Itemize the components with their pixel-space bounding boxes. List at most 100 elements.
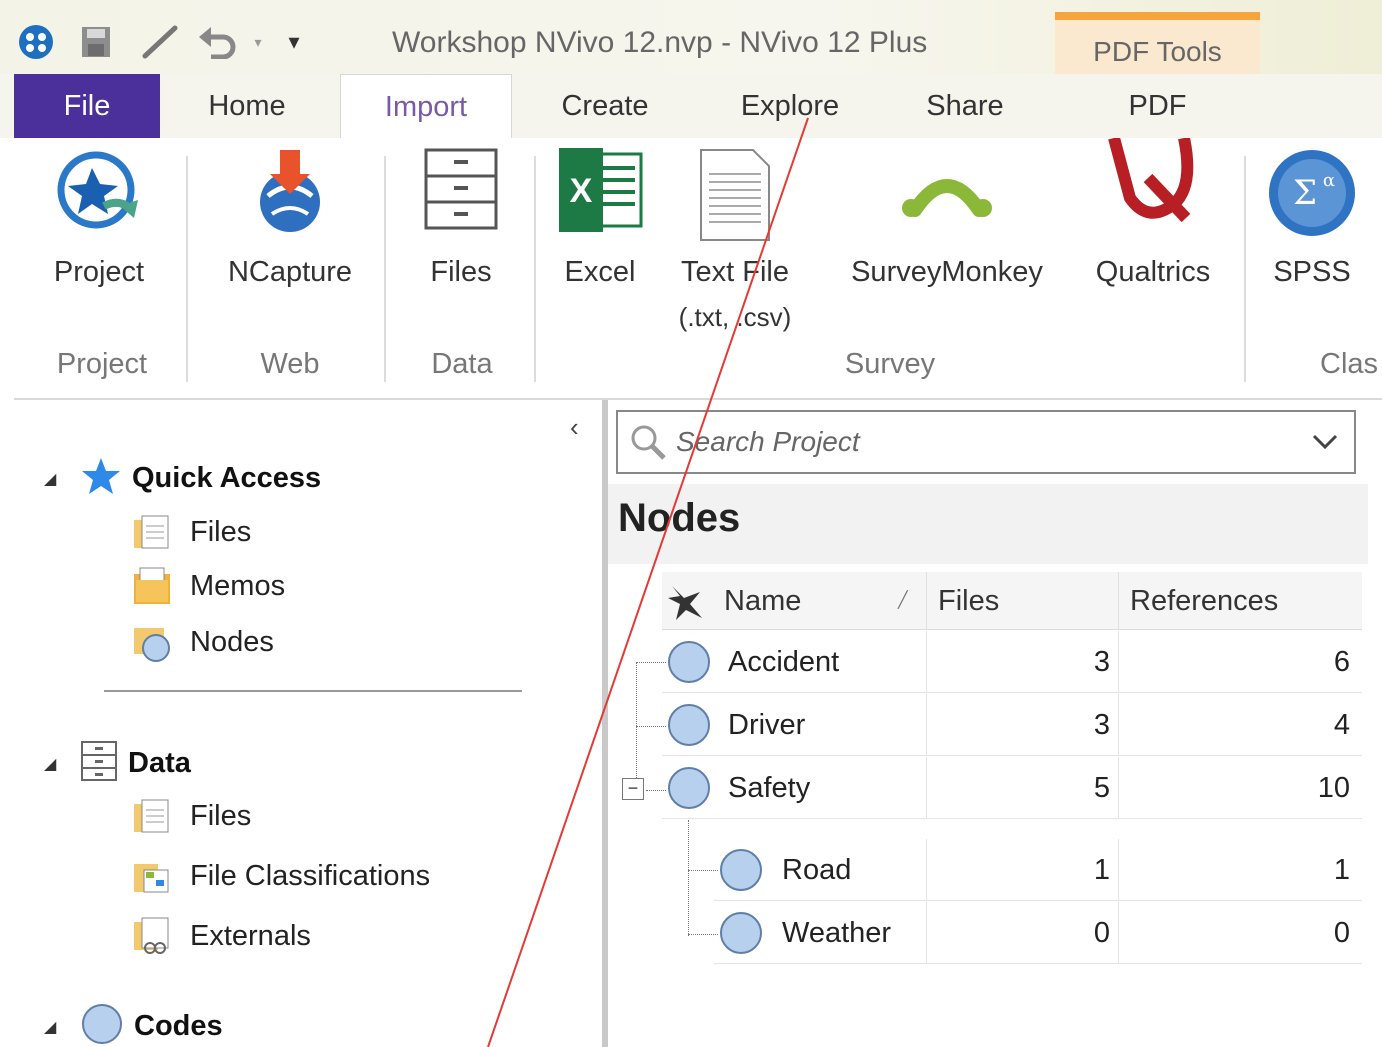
pdf-tools-label: PDF Tools: [1093, 36, 1222, 67]
tab-pdf[interactable]: PDF: [1070, 74, 1245, 138]
group-label-classification: Clas: [1320, 348, 1379, 380]
svg-text:α: α: [1323, 170, 1335, 191]
cell-name: Accident: [728, 646, 840, 678]
nav-item-quick-nodes[interactable]: Nodes: [132, 622, 274, 662]
import-files-button[interactable]: Files: [406, 138, 516, 338]
import-project-label: Project: [53, 256, 145, 288]
ncapture-button[interactable]: NCapture: [214, 138, 366, 338]
data-cabinet-icon: [80, 740, 118, 787]
group-separator: [534, 156, 536, 382]
column-header-files[interactable]: Files: [938, 572, 999, 630]
spss-label: SPSS: [1273, 256, 1351, 288]
files-folder-icon: [132, 512, 172, 552]
import-excel-button[interactable]: X Excel: [554, 138, 646, 338]
cell-files: 0: [1093, 917, 1110, 949]
node-icon: [668, 704, 710, 746]
cell-references: 1: [1333, 854, 1350, 886]
text-file-icon: [699, 148, 771, 247]
tab-import[interactable]: Import: [340, 74, 512, 139]
spss-icon: Σα: [1267, 148, 1357, 243]
undo-dropdown-icon[interactable]: ▾: [248, 22, 268, 62]
nav-item-data-files[interactable]: Files: [132, 796, 251, 836]
undo-icon[interactable]: [196, 22, 240, 62]
nvivo-app-icon[interactable]: [16, 22, 56, 62]
ncapture-label: NCapture: [227, 256, 353, 288]
nav-section-data[interactable]: ◢ Data: [44, 740, 191, 787]
import-spss-button[interactable]: Σα SPSS: [1264, 138, 1360, 338]
detail-pane: Nodes Name ╱ Files References − Accident…: [608, 400, 1382, 1047]
sort-indicator-icon: ╱: [898, 592, 908, 609]
nav-item-label: Files: [190, 799, 252, 832]
group-label-project: Project: [56, 348, 148, 380]
column-separator[interactable]: [1118, 572, 1119, 630]
nodes-folder-icon: [132, 622, 172, 662]
codes-heading: Codes: [134, 1010, 223, 1042]
import-project-button[interactable]: Project: [34, 138, 164, 338]
tab-file[interactable]: File: [14, 74, 160, 138]
table-row[interactable]: Safety 5 10: [662, 757, 1362, 819]
ribbon-tab-bar: File Home Import Create Explore Share PD…: [0, 74, 1382, 139]
text-file-label: Text File: [681, 256, 789, 288]
collapse-pane-icon[interactable]: ‹: [570, 412, 579, 443]
group-label-web: Web: [260, 348, 320, 380]
tab-create[interactable]: Create: [530, 74, 680, 138]
edit-pen-icon[interactable]: [140, 22, 182, 62]
nav-item-file-classifications[interactable]: File Classifications: [132, 856, 430, 896]
node-icon: [720, 849, 762, 891]
collapse-node-icon[interactable]: −: [622, 778, 644, 800]
expanded-triangle-icon[interactable]: ◢: [44, 1017, 80, 1037]
window-title: Workshop NVivo 12.nvp - NVivo 12 Plus: [392, 26, 928, 59]
chevron-down-icon[interactable]: [1310, 428, 1340, 459]
cell-files: 3: [1093, 709, 1110, 741]
table-row[interactable]: Driver 3 4: [662, 694, 1362, 756]
customize-quick-access-icon[interactable]: ▾: [282, 22, 306, 62]
cell-references: 4: [1333, 709, 1350, 741]
tab-share[interactable]: Share: [905, 74, 1025, 138]
nav-section-codes[interactable]: ◢ Codes: [44, 1002, 223, 1047]
cell-name: Driver: [728, 709, 806, 741]
import-surveymonkey-button[interactable]: SurveyMonkey: [834, 138, 1060, 338]
tab-explore[interactable]: Explore: [720, 74, 860, 138]
text-file-extensions-label: (.txt, .csv): [678, 302, 792, 332]
expanded-triangle-icon[interactable]: ◢: [44, 754, 80, 774]
cell-references: 0: [1333, 917, 1350, 949]
list-view-header: Nodes: [608, 484, 1368, 564]
nav-item-label: Memos: [190, 569, 286, 602]
ncapture-icon: [250, 148, 330, 243]
pin-icon[interactable]: [666, 582, 706, 627]
nav-item-quick-files[interactable]: Files: [132, 512, 251, 552]
star-icon: [80, 456, 122, 501]
table-row[interactable]: Accident 3 6: [662, 631, 1362, 693]
title-bar: ▾ ▾ Workshop NVivo 12.nvp - NVivo 12 Plu…: [0, 0, 1382, 136]
tab-home[interactable]: Home: [172, 74, 322, 138]
table-header: Name ╱ Files References: [662, 572, 1362, 630]
import-excel-label: Excel: [564, 256, 636, 288]
node-icon: [668, 641, 710, 683]
group-separator: [384, 156, 386, 382]
expanded-triangle-icon[interactable]: ◢: [44, 469, 80, 489]
group-separator: [186, 156, 188, 382]
import-qualtrics-button[interactable]: Qualtrics: [1082, 136, 1224, 338]
column-header-name[interactable]: Name: [724, 572, 801, 630]
nav-item-externals[interactable]: Externals: [132, 916, 311, 956]
nav-item-label: Nodes: [190, 625, 274, 658]
table-row-child[interactable]: Weather 0 0: [714, 902, 1362, 964]
group-label-survey: Survey: [844, 348, 936, 380]
column-separator[interactable]: [926, 572, 927, 630]
import-text-file-button[interactable]: Text File (.txt, .csv): [664, 138, 806, 338]
qualtrics-icon: [1108, 136, 1198, 227]
search-input[interactable]: [676, 420, 1296, 464]
table-row-child[interactable]: Road 1 1: [714, 839, 1362, 901]
save-icon[interactable]: [80, 22, 112, 62]
cell-files: 1: [1093, 854, 1110, 886]
data-heading: Data: [128, 747, 191, 779]
node-icon: [720, 912, 762, 954]
nav-item-label: Externals: [190, 919, 311, 952]
surveymonkey-icon: [901, 164, 993, 225]
nav-item-quick-memos[interactable]: Memos: [132, 566, 285, 606]
import-project-icon: [54, 148, 144, 243]
nav-section-quick-access[interactable]: ◢ Quick Access: [44, 456, 321, 501]
search-project-box[interactable]: [616, 410, 1356, 474]
files-cabinet-icon: [424, 148, 498, 235]
column-header-references[interactable]: References: [1130, 572, 1278, 630]
